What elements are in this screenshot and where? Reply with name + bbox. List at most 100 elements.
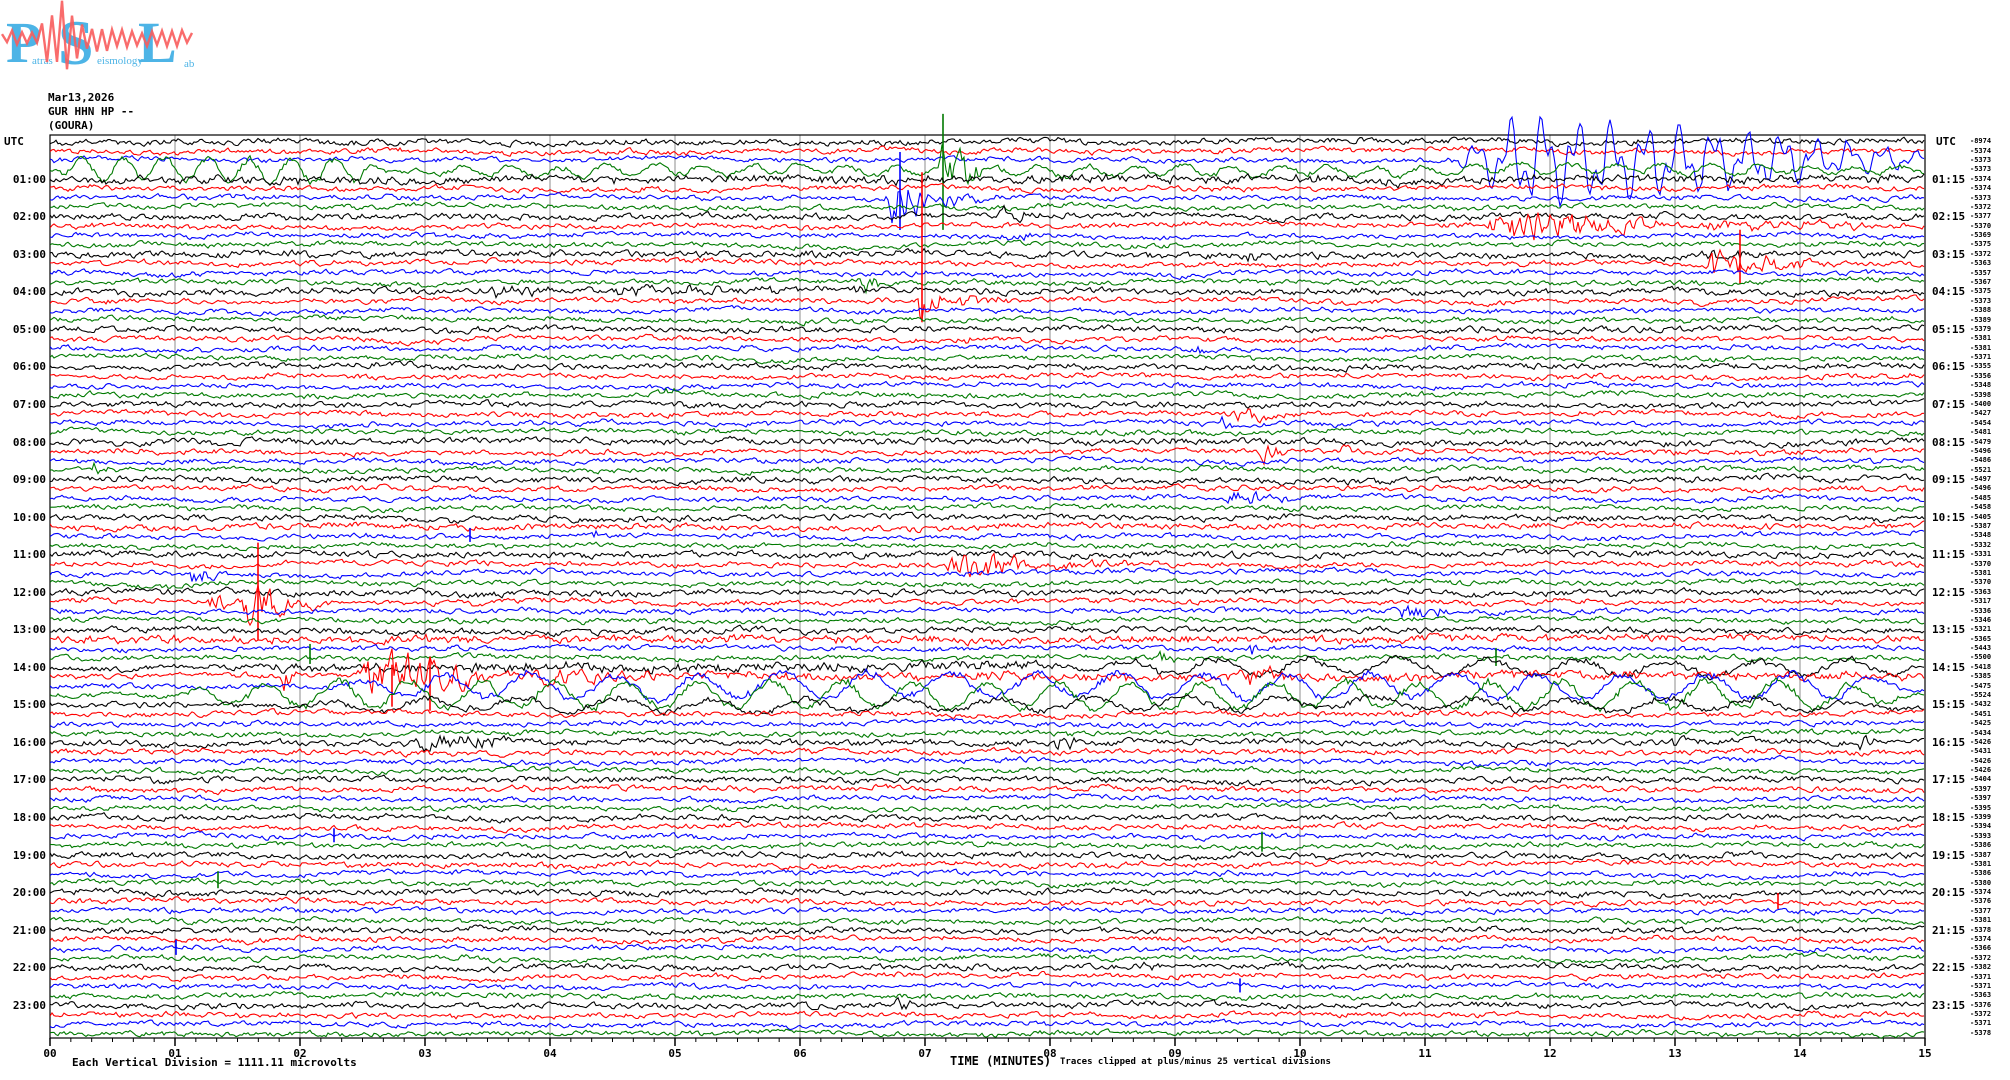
trace-offset-value: -5418 — [1970, 664, 2010, 671]
trace-offset-value: -5454 — [1970, 420, 2010, 427]
trace-row-40 — [50, 512, 1924, 523]
trace-row-80 — [50, 888, 1924, 899]
left-time-label: 10:00 — [0, 512, 46, 523]
trace-offset-value: -5373 — [1970, 166, 2010, 173]
trace-row-23 — [50, 353, 1924, 364]
trace-offset-value: -5399 — [1970, 814, 2010, 821]
seismogram-traces — [50, 114, 1924, 1038]
trace-offset-value: -5372 — [1970, 204, 2010, 211]
minute-tick-label: 04 — [535, 1048, 565, 1059]
trace-offset-value: -5427 — [1970, 410, 2010, 417]
trace-offset-value: -5386 — [1970, 870, 2010, 877]
right-time-label: 19:15 — [1932, 850, 1965, 861]
right-time-label: 07:15 — [1932, 399, 1965, 410]
trace-offset-value: -5381 — [1970, 861, 2010, 868]
left-time-label: 18:00 — [0, 812, 46, 823]
trace-row-5 — [50, 184, 1924, 194]
trace-row-53 — [50, 633, 1924, 645]
right-time-label: 17:15 — [1932, 774, 1965, 785]
trace-offset-value: -5370 — [1970, 223, 2010, 230]
trace-row-32 — [50, 436, 1924, 448]
trace-row-11 — [50, 240, 1924, 251]
trace-offset-value: -5375 — [1970, 288, 2010, 295]
trace-offset-value: -5363 — [1970, 260, 2010, 267]
trace-row-48 — [50, 587, 1924, 598]
trace-offset-value: -8974 — [1970, 138, 2010, 145]
right-time-label: 22:15 — [1932, 962, 1965, 973]
trace-offset-value: -5376 — [1970, 1002, 2010, 1009]
trace-offset-value: -5371 — [1970, 974, 2010, 981]
right-time-label: 04:15 — [1932, 286, 1965, 297]
trace-offset-value: -5369 — [1970, 232, 2010, 239]
trace-offset-value: -5481 — [1970, 429, 2010, 436]
trace-row-36 — [50, 473, 1924, 486]
trace-row-70 — [50, 794, 1924, 804]
trace-offset-value: -5374 — [1970, 148, 2010, 155]
left-time-label: 20:00 — [0, 887, 46, 898]
trace-row-67 — [50, 766, 1924, 775]
left-time-label: 12:00 — [0, 587, 46, 598]
trace-row-73 — [50, 822, 1924, 833]
minute-tick-label: 03 — [410, 1048, 440, 1059]
left-time-label: 07:00 — [0, 399, 46, 410]
trace-offset-value: -5373 — [1970, 298, 2010, 305]
trace-offset-value: -5363 — [1970, 992, 2010, 999]
trace-offset-value: -5376 — [1970, 898, 2010, 905]
trace-offset-value: -5398 — [1970, 392, 2010, 399]
minute-tick-label: 07 — [910, 1048, 940, 1059]
trace-row-18 — [50, 305, 1924, 316]
trace-offset-value: -5321 — [1970, 626, 2010, 633]
right-time-label: 03:15 — [1932, 249, 1965, 260]
trace-row-27 — [50, 389, 1924, 400]
trace-offset-value: -5524 — [1970, 692, 2010, 699]
x-axis-title: TIME (MINUTES) — [950, 1055, 1051, 1067]
trace-offset-value: -5405 — [1970, 514, 2010, 521]
right-time-label: 16:15 — [1932, 737, 1965, 748]
trace-offset-value: -5426 — [1970, 767, 2010, 774]
right-time-label: 21:15 — [1932, 925, 1965, 936]
minute-tick-label: 14 — [1785, 1048, 1815, 1059]
left-time-label: 14:00 — [0, 662, 46, 673]
trace-row-24 — [50, 361, 1924, 372]
right-time-label: 01:15 — [1932, 174, 1965, 185]
right-time-label: 18:15 — [1932, 812, 1965, 823]
trace-offset-value: -5381 — [1970, 345, 2010, 352]
left-time-label: 17:00 — [0, 774, 46, 785]
trace-row-35 — [50, 463, 1924, 475]
trace-offset-value: -5371 — [1970, 1020, 2010, 1027]
trace-row-25 — [50, 372, 1924, 381]
trace-offset-value: -5485 — [1970, 495, 2010, 502]
trace-offset-value: -5371 — [1970, 354, 2010, 361]
trace-offset-value: -5348 — [1970, 382, 2010, 389]
trace-offset-value: -5357 — [1970, 270, 2010, 277]
right-time-label: 05:15 — [1932, 324, 1965, 335]
trace-row-22 — [50, 343, 1924, 353]
trace-offset-value: -5458 — [1970, 504, 2010, 511]
trace-row-43 — [50, 541, 1924, 551]
trace-row-17 — [50, 295, 1924, 321]
trace-offset-value: -5400 — [1970, 401, 2010, 408]
trace-row-92 — [50, 998, 1924, 1011]
left-time-label: 01:00 — [0, 174, 46, 185]
trace-row-14 — [50, 269, 1924, 280]
left-time-label: 04:00 — [0, 286, 46, 297]
trace-offset-value: -5372 — [1970, 1011, 2010, 1018]
trace-offset-value: -5348 — [1970, 532, 2010, 539]
trace-offset-value: -5317 — [1970, 598, 2010, 605]
trace-row-26 — [50, 381, 1924, 390]
minute-tick-label: 15 — [1910, 1048, 1940, 1059]
trace-row-42 — [50, 530, 1924, 541]
trace-row-44 — [50, 549, 1924, 560]
trace-row-34 — [50, 456, 1924, 466]
trace-row-66 — [50, 756, 1924, 767]
trace-offset-value: -5373 — [1970, 195, 2010, 202]
left-time-label: 21:00 — [0, 925, 46, 936]
trace-row-30 — [50, 417, 1924, 429]
trace-offset-value: -5432 — [1970, 701, 2010, 708]
trace-offset-value: -5331 — [1970, 551, 2010, 558]
trace-offset-value: -5374 — [1970, 889, 2010, 896]
trace-offset-value: -5475 — [1970, 683, 2010, 690]
minute-tick-label: 13 — [1660, 1048, 1690, 1059]
trace-row-63 — [50, 728, 1924, 737]
trace-row-72 — [50, 812, 1924, 823]
